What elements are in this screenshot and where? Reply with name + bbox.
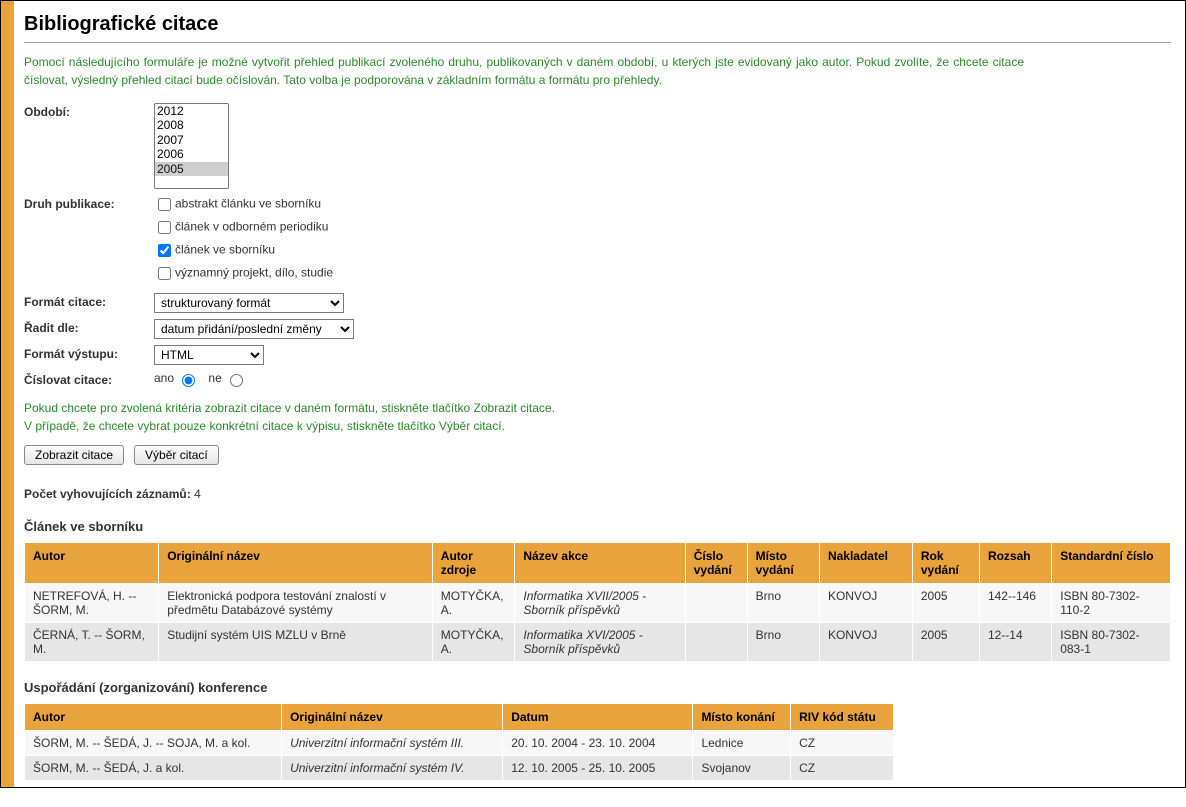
table-cell: ŠORM, M. -- ŠEDÁ, J. a kol. bbox=[25, 756, 282, 781]
table-header: Originální název bbox=[159, 543, 433, 584]
table-cell: Informatika XVI/2005 - Sborník příspěvků bbox=[515, 623, 685, 662]
numbering-yes-radio[interactable] bbox=[182, 374, 195, 387]
section2-title: Uspořádání (zorganizování) konference bbox=[24, 680, 1171, 695]
table-cell: Informatika XVII/2005 - Sborník příspěvk… bbox=[515, 584, 685, 623]
table-header: Místo vydání bbox=[747, 543, 819, 584]
sort-select[interactable]: datum přidání/poslední změny bbox=[154, 319, 354, 339]
period-select[interactable]: 20122008200720062005 bbox=[154, 103, 229, 189]
table-cell: 2005 bbox=[912, 623, 979, 662]
output-format-select[interactable]: HTML bbox=[154, 345, 264, 365]
numbering-label: Číslovat citace: bbox=[24, 371, 154, 387]
citation-format-label: Formát citace: bbox=[24, 293, 154, 309]
table-cell: Svojanov bbox=[693, 756, 791, 781]
pubtype-checkbox[interactable] bbox=[158, 267, 171, 280]
table-cell: Univerzitní informační systém IV. bbox=[282, 756, 503, 781]
period-option[interactable]: 2012 bbox=[155, 104, 228, 118]
table-row: ŠORM, M. -- ŠEDÁ, J. -- SOJA, M. a kol.U… bbox=[25, 731, 894, 756]
table-header: Autor bbox=[25, 543, 159, 584]
numbering-no-label: ne bbox=[208, 371, 221, 385]
table-header: RIV kód státu bbox=[791, 704, 894, 731]
table-header: Autor bbox=[25, 704, 282, 731]
title-divider bbox=[24, 42, 1171, 43]
result-count: Počet vyhovujících záznamů: 4 bbox=[24, 487, 1171, 501]
show-citations-button[interactable]: Zobrazit citace bbox=[24, 445, 124, 465]
table-cell bbox=[685, 584, 747, 623]
table-cell: Lednice bbox=[693, 731, 791, 756]
table-header: Standardní číslo bbox=[1052, 543, 1171, 584]
table-cell: Brno bbox=[747, 623, 819, 662]
table-header: Autor zdroje bbox=[432, 543, 515, 584]
pubtype-label-text: abstrakt článku ve sborníku bbox=[175, 197, 321, 211]
hint-text: Pokud chcete pro zvolená kritéria zobraz… bbox=[24, 399, 1171, 435]
table-cell: 12--14 bbox=[979, 623, 1051, 662]
table-cell: 20. 10. 2004 - 23. 10. 2004 bbox=[503, 731, 693, 756]
period-option[interactable]: 2005 bbox=[155, 162, 228, 176]
table-header: Nakladatel bbox=[819, 543, 912, 584]
numbering-no-radio[interactable] bbox=[230, 374, 243, 387]
table-cell: 142--146 bbox=[979, 584, 1051, 623]
table-cell: ČERNÁ, T. -- ŠORM, M. bbox=[25, 623, 159, 662]
sort-label: Řadit dle: bbox=[24, 319, 154, 335]
table-row: ŠORM, M. -- ŠEDÁ, J. a kol.Univerzitní i… bbox=[25, 756, 894, 781]
table-cell: CZ bbox=[791, 756, 894, 781]
table-cell: 2005 bbox=[912, 584, 979, 623]
table-header: Datum bbox=[503, 704, 693, 731]
numbering-yes-label: ano bbox=[154, 371, 174, 385]
citation-format-select[interactable]: strukturovaný formát bbox=[154, 293, 344, 313]
table-cell: ISBN 80-7302-110-2 bbox=[1052, 584, 1171, 623]
pubtype-option[interactable]: abstrakt článku ve sborníku bbox=[154, 195, 333, 214]
table-row: ČERNÁ, T. -- ŠORM, M.Studijní systém UIS… bbox=[25, 623, 1171, 662]
table-cell: KONVOJ bbox=[819, 623, 912, 662]
pubtype-label-text: významný projekt, dílo, studie bbox=[175, 266, 333, 280]
pubtype-option[interactable]: článek v odborném periodiku bbox=[154, 218, 333, 237]
table-cell: CZ bbox=[791, 731, 894, 756]
table-cell: 12. 10. 2005 - 25. 10. 2005 bbox=[503, 756, 693, 781]
pubtype-checkbox[interactable] bbox=[158, 244, 171, 257]
table-cell: MOTYČKA, A. bbox=[432, 623, 515, 662]
section2-table: AutorOriginální názevDatumMísto konáníRI… bbox=[24, 703, 894, 781]
section1-title: Článek ve sborníku bbox=[24, 519, 1171, 534]
section1-table: AutorOriginální názevAutor zdrojeNázev a… bbox=[24, 542, 1171, 662]
intro-text: Pomocí následujícího formuláře je možné … bbox=[24, 53, 1024, 89]
period-option[interactable]: 2006 bbox=[155, 147, 228, 161]
pubtype-option[interactable]: článek ve sborníku bbox=[154, 241, 333, 260]
table-header: Rok vydání bbox=[912, 543, 979, 584]
period-label: Období: bbox=[24, 103, 154, 119]
pubtype-checkbox[interactable] bbox=[158, 221, 171, 234]
table-cell: Brno bbox=[747, 584, 819, 623]
table-cell: NETREFOVÁ, H. -- ŠORM, M. bbox=[25, 584, 159, 623]
period-option[interactable]: 2007 bbox=[155, 133, 228, 147]
table-header: Originální název bbox=[282, 704, 503, 731]
select-citations-button[interactable]: Výběr citací bbox=[134, 445, 219, 465]
table-header: Místo konání bbox=[693, 704, 791, 731]
table-cell: Univerzitní informační systém III. bbox=[282, 731, 503, 756]
table-cell: Elektronická podpora testování znalostí … bbox=[159, 584, 433, 623]
table-cell bbox=[685, 623, 747, 662]
table-header: Název akce bbox=[515, 543, 685, 584]
table-cell: MOTYČKA, A. bbox=[432, 584, 515, 623]
pubtype-label-text: článek v odborném periodiku bbox=[175, 220, 328, 234]
table-cell: ŠORM, M. -- ŠEDÁ, J. -- SOJA, M. a kol. bbox=[25, 731, 282, 756]
table-header: Rozsah bbox=[979, 543, 1051, 584]
page-title: Bibliografické citace bbox=[24, 13, 1171, 36]
pubtype-option[interactable]: významný projekt, dílo, studie bbox=[154, 264, 333, 283]
pubtype-checkbox[interactable] bbox=[158, 198, 171, 211]
left-accent-stripe bbox=[1, 1, 14, 787]
table-cell: Studijní systém UIS MZLU v Brně bbox=[159, 623, 433, 662]
table-cell: KONVOJ bbox=[819, 584, 912, 623]
output-format-label: Formát výstupu: bbox=[24, 345, 154, 361]
pubtype-label-text: článek ve sborníku bbox=[175, 243, 275, 257]
table-row: NETREFOVÁ, H. -- ŠORM, M.Elektronická po… bbox=[25, 584, 1171, 623]
table-cell: ISBN 80-7302-083-1 bbox=[1052, 623, 1171, 662]
table-header: Číslo vydání bbox=[685, 543, 747, 584]
pubtype-label: Druh publikace: bbox=[24, 195, 154, 211]
period-option[interactable]: 2008 bbox=[155, 118, 228, 132]
